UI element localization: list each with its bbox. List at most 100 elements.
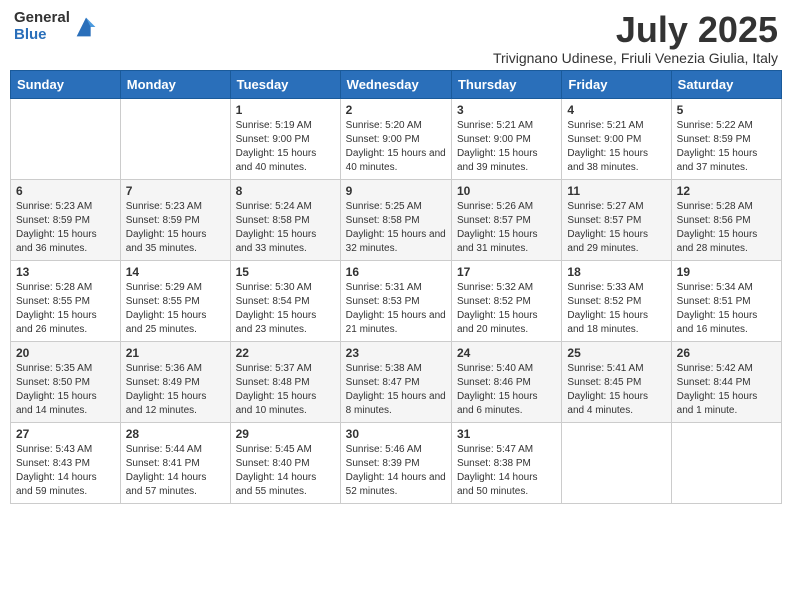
day-info: Sunrise: 5:40 AM Sunset: 8:46 PM Dayligh… [457,362,556,418]
day-info: Sunrise: 5:43 AM Sunset: 8:43 PM Dayligh… [16,443,115,499]
calendar-cell: 28Sunrise: 5:44 AM Sunset: 8:41 PM Dayli… [120,422,230,503]
calendar-cell [562,422,671,503]
day-number: 31 [457,427,556,441]
day-info: Sunrise: 5:37 AM Sunset: 8:48 PM Dayligh… [236,362,335,418]
calendar-header-row: SundayMondayTuesdayWednesdayThursdayFrid… [11,70,782,98]
calendar-cell: 4Sunrise: 5:21 AM Sunset: 9:00 PM Daylig… [562,98,671,179]
calendar-cell: 6Sunrise: 5:23 AM Sunset: 8:59 PM Daylig… [11,179,121,260]
day-number: 15 [236,265,335,279]
day-info: Sunrise: 5:38 AM Sunset: 8:47 PM Dayligh… [346,362,446,418]
calendar-cell: 30Sunrise: 5:46 AM Sunset: 8:39 PM Dayli… [340,422,451,503]
calendar-cell: 5 Sunrise: 5:22 AM Sunset: 8:59 PM Daylig… [671,98,781,179]
day-number: 27 [16,427,115,441]
calendar-cell: 8 Sunrise: 5:24 AM Sunset: 8:58 PM Daylig… [230,179,340,260]
day-info: Sunrise: 5:34 AM Sunset: 8:51 PM Dayligh… [677,281,776,337]
calendar-cell: 3 Sunrise: 5:21 AM Sunset: 9:00 PM Daylig… [451,98,561,179]
logo-icon [72,13,100,41]
day-number: 8 [236,184,335,198]
logo: General Blue [14,10,100,43]
day-info: Sunrise: 5:41 AM Sunset: 8:45 PM Dayligh… [567,362,665,418]
day-number: 2 [346,103,446,117]
calendar-cell: 27 Sunrise: 5:43 AM Sunset: 8:43 PM Dayli… [11,422,121,503]
day-info: Sunrise: 5:29 AM Sunset: 8:55 PM Dayligh… [126,281,225,337]
calendar-cell: 7 Sunrise: 5:23 AM Sunset: 8:59 PM Daylig… [120,179,230,260]
day-of-week-header: Thursday [451,70,561,98]
day-number: 1 [236,103,335,117]
calendar-cell [11,98,121,179]
calendar-cell: 14 Sunrise: 5:29 AM Sunset: 8:55 PM Dayli… [120,260,230,341]
day-info: Sunrise: 5:30 AM Sunset: 8:54 PM Dayligh… [236,281,335,337]
day-of-week-header: Saturday [671,70,781,98]
logo-general: General [14,10,70,27]
location-subtitle: Trivignano Udinese, Friuli Venezia Giuli… [493,50,778,66]
day-number: 22 [236,346,335,360]
calendar-week-row: 27 Sunrise: 5:43 AM Sunset: 8:43 PM Dayli… [11,422,782,503]
day-number: 18 [567,265,665,279]
calendar-cell: 9 Sunrise: 5:25 AM Sunset: 8:58 PM Daylig… [340,179,451,260]
day-info: Sunrise: 5:21 AM Sunset: 9:00 PM Dayligh… [457,119,556,175]
calendar-cell: 16Sunrise: 5:31 AM Sunset: 8:53 PM Dayli… [340,260,451,341]
day-number: 5 [677,103,776,117]
day-number: 7 [126,184,225,198]
day-number: 14 [126,265,225,279]
day-number: 26 [677,346,776,360]
calendar-cell: 20 Sunrise: 5:35 AM Sunset: 8:50 PM Dayli… [11,341,121,422]
day-info: Sunrise: 5:24 AM Sunset: 8:58 PM Dayligh… [236,200,335,256]
day-info: Sunrise: 5:36 AM Sunset: 8:49 PM Dayligh… [126,362,225,418]
calendar-cell: 1 Sunrise: 5:19 AM Sunset: 9:00 PM Daylig… [230,98,340,179]
day-number: 3 [457,103,556,117]
day-number: 20 [16,346,115,360]
calendar-cell: 21 Sunrise: 5:36 AM Sunset: 8:49 PM Dayli… [120,341,230,422]
calendar-cell: 2 Sunrise: 5:20 AM Sunset: 9:00 PM Daylig… [340,98,451,179]
calendar-cell: 31 Sunrise: 5:47 AM Sunset: 8:38 PM Dayli… [451,422,561,503]
day-info: Sunrise: 5:21 AM Sunset: 9:00 PM Dayligh… [567,119,665,175]
day-info: Sunrise: 5:25 AM Sunset: 8:58 PM Dayligh… [346,200,446,256]
day-number: 12 [677,184,776,198]
calendar-cell: 24 Sunrise: 5:40 AM Sunset: 8:46 PM Dayli… [451,341,561,422]
calendar-week-row: 6Sunrise: 5:23 AM Sunset: 8:59 PM Daylig… [11,179,782,260]
day-info: Sunrise: 5:27 AM Sunset: 8:57 PM Dayligh… [567,200,665,256]
day-number: 25 [567,346,665,360]
day-of-week-header: Wednesday [340,70,451,98]
day-info: Sunrise: 5:23 AM Sunset: 8:59 PM Dayligh… [126,200,225,256]
calendar-cell [671,422,781,503]
logo-blue: Blue [14,27,70,44]
calendar-cell: 10Sunrise: 5:26 AM Sunset: 8:57 PM Dayli… [451,179,561,260]
day-info: Sunrise: 5:44 AM Sunset: 8:41 PM Dayligh… [126,443,225,499]
day-info: Sunrise: 5:32 AM Sunset: 8:52 PM Dayligh… [457,281,556,337]
day-info: Sunrise: 5:42 AM Sunset: 8:44 PM Dayligh… [677,362,776,418]
calendar-cell: 15 Sunrise: 5:30 AM Sunset: 8:54 PM Dayli… [230,260,340,341]
calendar-cell: 13Sunrise: 5:28 AM Sunset: 8:55 PM Dayli… [11,260,121,341]
calendar-cell: 11 Sunrise: 5:27 AM Sunset: 8:57 PM Dayli… [562,179,671,260]
day-number: 29 [236,427,335,441]
month-title: July 2025 [493,10,778,50]
calendar-cell: 25 Sunrise: 5:41 AM Sunset: 8:45 PM Dayli… [562,341,671,422]
day-of-week-header: Monday [120,70,230,98]
calendar-cell: 12 Sunrise: 5:28 AM Sunset: 8:56 PM Dayli… [671,179,781,260]
calendar-cell: 22 Sunrise: 5:37 AM Sunset: 8:48 PM Dayli… [230,341,340,422]
day-info: Sunrise: 5:47 AM Sunset: 8:38 PM Dayligh… [457,443,556,499]
day-number: 17 [457,265,556,279]
day-number: 24 [457,346,556,360]
day-number: 11 [567,184,665,198]
calendar-cell: 29 Sunrise: 5:45 AM Sunset: 8:40 PM Dayli… [230,422,340,503]
day-info: Sunrise: 5:28 AM Sunset: 8:56 PM Dayligh… [677,200,776,256]
calendar-cell [120,98,230,179]
day-number: 21 [126,346,225,360]
day-info: Sunrise: 5:20 AM Sunset: 9:00 PM Dayligh… [346,119,446,175]
day-info: Sunrise: 5:23 AM Sunset: 8:59 PM Dayligh… [16,200,115,256]
calendar-week-row: 20 Sunrise: 5:35 AM Sunset: 8:50 PM Dayli… [11,341,782,422]
day-number: 9 [346,184,446,198]
calendar-cell: 17 Sunrise: 5:32 AM Sunset: 8:52 PM Dayli… [451,260,561,341]
day-info: Sunrise: 5:28 AM Sunset: 8:55 PM Dayligh… [16,281,115,337]
day-info: Sunrise: 5:46 AM Sunset: 8:39 PM Dayligh… [346,443,446,499]
logo-text: General Blue [14,10,70,43]
calendar-table: SundayMondayTuesdayWednesdayThursdayFrid… [10,70,782,504]
calendar-cell: 19Sunrise: 5:34 AM Sunset: 8:51 PM Dayli… [671,260,781,341]
day-number: 16 [346,265,446,279]
day-info: Sunrise: 5:22 AM Sunset: 8:59 PM Dayligh… [677,119,776,175]
day-info: Sunrise: 5:35 AM Sunset: 8:50 PM Dayligh… [16,362,115,418]
day-info: Sunrise: 5:19 AM Sunset: 9:00 PM Dayligh… [236,119,335,175]
day-info: Sunrise: 5:45 AM Sunset: 8:40 PM Dayligh… [236,443,335,499]
calendar-cell: 18Sunrise: 5:33 AM Sunset: 8:52 PM Dayli… [562,260,671,341]
